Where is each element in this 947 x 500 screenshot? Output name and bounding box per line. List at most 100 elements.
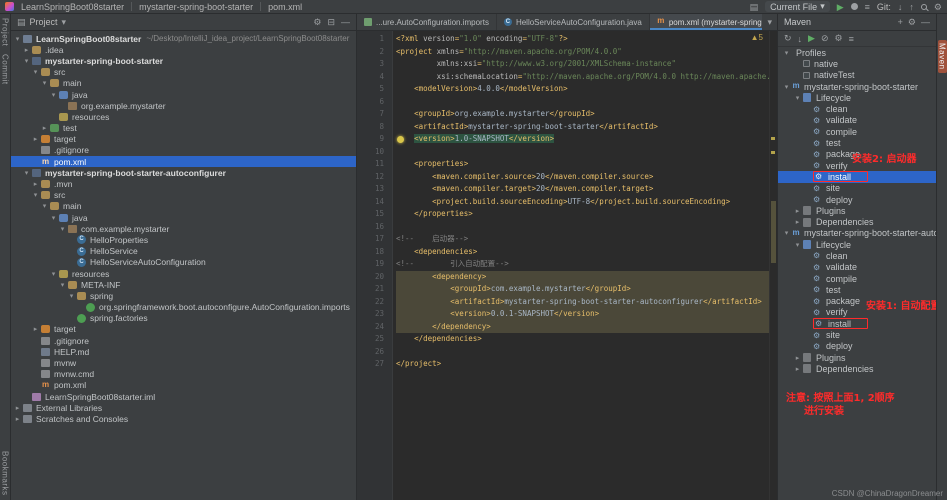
tab-pom-xml-mystarter-spring-boot-starter[interactable]: pom.xml (mystarter-spring-boot-starter)✕	[650, 14, 763, 30]
tree-item-resources[interactable]: ▾resources	[11, 268, 356, 279]
tree-toggle-icon[interactable]: ▾	[58, 281, 67, 289]
tree-item-meta-inf[interactable]: ▾META-INF	[11, 279, 356, 290]
tree-item-src[interactable]: ▾src	[11, 67, 356, 78]
maven-item-lifecycle[interactable]: ▾Lifecycle	[778, 92, 936, 103]
search-everywhere-icon[interactable]	[921, 4, 927, 10]
tree-toggle-icon[interactable]: ▸	[793, 354, 802, 362]
tree-item-resources[interactable]: resources	[11, 111, 356, 122]
editor-code[interactable]: <?xml version="1.0" encoding="UTF-8"?><p…	[393, 31, 777, 500]
maven-item-mystarter-spring-boot-starter[interactable]: ▾mystarter-spring-boot-starter	[778, 81, 936, 92]
tree-toggle-icon[interactable]: ▸	[793, 365, 802, 373]
tree-item-helloservice[interactable]: HelloService	[11, 246, 356, 257]
maven-item-test[interactable]: test	[778, 137, 936, 148]
maven-item-profiles[interactable]: ▾Profiles	[778, 47, 936, 58]
tree-toggle-icon[interactable]: ▾	[793, 94, 802, 102]
run-config-selector[interactable]: Current File ▾	[765, 1, 830, 12]
tree-toggle-icon[interactable]: ▸	[31, 135, 40, 143]
maven-item-site[interactable]: site	[778, 183, 936, 194]
maven-item-compile[interactable]: compile	[778, 273, 936, 284]
tree-toggle-icon[interactable]: ▾	[49, 270, 58, 278]
tree-item-learnspringboot08starter-iml[interactable]: LearnSpringBoot08starter.iml	[11, 391, 356, 402]
tree-item-mystarter-spring-boot-starter-autoconfigurer[interactable]: ▾mystarter-spring-boot-starter-autoconfi…	[11, 167, 356, 178]
maven-item-validate[interactable]: validate	[778, 262, 936, 273]
maven-item-install[interactable]: install	[778, 171, 936, 182]
tree-toggle-icon[interactable]: ▾	[22, 57, 31, 65]
tree-item-gitignore[interactable]: .gitignore	[11, 145, 356, 156]
tree-item-main[interactable]: ▾main	[11, 78, 356, 89]
maven-item-nativetest[interactable]: nativeTest	[778, 70, 936, 81]
tree-item-spring-factories[interactable]: spring.factories	[11, 313, 356, 324]
chevron-down-icon[interactable]: ▾	[62, 17, 67, 28]
editor-scrollbar[interactable]	[769, 31, 777, 500]
tree-item-scratches-and-consoles[interactable]: ▸Scratches and Consoles	[11, 413, 356, 424]
tree-item-mvnw[interactable]: mvnw	[11, 357, 356, 368]
tree-item-mvn[interactable]: ▸.mvn	[11, 178, 356, 189]
tree-toggle-icon[interactable]: ▾	[22, 169, 31, 177]
maven-offline-icon[interactable]: ⊘	[821, 33, 829, 44]
tree-toggle-icon[interactable]: ▾	[58, 225, 67, 233]
maven-item-dependencies[interactable]: ▸Dependencies	[778, 363, 936, 374]
maven-item-clean[interactable]: clean	[778, 103, 936, 114]
maven-settings-icon[interactable]: ⚙	[835, 33, 843, 44]
maven-item-deploy[interactable]: deploy	[778, 341, 936, 352]
tree-item-org-example-mystarter[interactable]: org.example.mystarter	[11, 100, 356, 111]
tree-toggle-icon[interactable]: ▸	[31, 325, 40, 333]
maven-item-clean[interactable]: clean	[778, 250, 936, 261]
tree-toggle-icon[interactable]: ▾	[49, 214, 58, 222]
tree-item-com-example-mystarter[interactable]: ▾com.example.mystarter	[11, 223, 356, 234]
tree-item-idea[interactable]: ▸.idea	[11, 44, 356, 55]
tree-toggle-icon[interactable]: ▸	[22, 46, 31, 54]
maven-item-plugins[interactable]: ▸Plugins	[778, 352, 936, 363]
maven-item-plugins[interactable]: ▸Plugins	[778, 205, 936, 216]
maven-menu-icon[interactable]: ≡	[849, 34, 854, 44]
tree-toggle-icon[interactable]: ▸	[793, 218, 802, 226]
tree-item-pom-xml[interactable]: pom.xml	[11, 380, 356, 391]
more-actions-icon[interactable]: ≡	[865, 2, 870, 12]
tab-ure-autoconfiguration-imports[interactable]: ...ure.AutoConfiguration.imports	[357, 14, 497, 30]
intention-bulb-icon[interactable]	[397, 136, 404, 143]
tree-item-target[interactable]: ▸target	[11, 324, 356, 335]
tree-toggle-icon[interactable]: ▾	[793, 241, 802, 249]
tree-toggle-icon[interactable]: ▸	[793, 207, 802, 215]
tree-toggle-icon[interactable]: ▾	[782, 229, 791, 237]
maven-item-validate[interactable]: validate	[778, 115, 936, 126]
tree-toggle-icon[interactable]: ▸	[13, 404, 22, 412]
maven-item-mystarter-spring-boot-starter-autoconfigurer[interactable]: ▾mystarter-spring-boot-starter-autoconfi…	[778, 228, 936, 239]
titlebar-project-name[interactable]: LearnSpringBoot08starter	[21, 2, 124, 12]
maven-item-deploy[interactable]: deploy	[778, 194, 936, 205]
tab-helloserviceautoconfiguration-java[interactable]: HelloServiceAutoConfiguration.java	[497, 14, 650, 30]
tool-window-button-maven[interactable]: Maven	[938, 40, 947, 73]
tool-window-button-bookmarks[interactable]: Bookmarks	[1, 451, 10, 496]
git-update-icon[interactable]: ↓	[898, 2, 903, 12]
tree-toggle-icon[interactable]: ▾	[31, 68, 40, 76]
tree-toggle-icon[interactable]: ▾	[49, 91, 58, 99]
tree-item-org-springframework-boot-autoconfigure-autoconfiguration-imports[interactable]: org.springframework.boot.autoconfigure.A…	[11, 302, 356, 313]
project-options-gear-icon[interactable]: ⚙	[313, 17, 321, 28]
tree-item-help-md[interactable]: HELP.md	[11, 346, 356, 357]
tree-toggle-icon[interactable]: ▾	[67, 292, 76, 300]
tree-item-helloserviceautoconfiguration[interactable]: HelloServiceAutoConfiguration	[11, 257, 356, 268]
titlebar-file-name[interactable]: pom.xml	[268, 2, 302, 12]
hidden-tabs-chevron-icon[interactable]: ▾	[767, 17, 772, 28]
maven-add-icon[interactable]: +	[898, 17, 903, 28]
tree-item-external-libraries[interactable]: ▸External Libraries	[11, 402, 356, 413]
tree-item-pom-xml[interactable]: pom.xml	[11, 156, 356, 167]
tree-toggle-icon[interactable]: ▸	[31, 180, 40, 188]
hide-panel-icon[interactable]: —	[341, 17, 350, 28]
tree-toggle-icon[interactable]: ▾	[782, 83, 791, 91]
collapse-all-icon[interactable]: ⊟	[327, 17, 335, 28]
tree-item-spring[interactable]: ▾spring	[11, 290, 356, 301]
git-push-icon[interactable]: ↑	[909, 2, 914, 12]
tree-item-target[interactable]: ▸target	[11, 134, 356, 145]
tree-item-java[interactable]: ▾java	[11, 89, 356, 100]
maven-download-sources-icon[interactable]: ↓	[798, 34, 803, 44]
maven-item-native[interactable]: native	[778, 58, 936, 69]
tree-toggle-icon[interactable]: ▾	[31, 191, 40, 199]
editor[interactable]: 1234567891011121314151617181920212223242…	[357, 31, 777, 500]
tree-toggle-icon[interactable]: ▾	[40, 202, 49, 210]
settings-gear-icon[interactable]: ⚙	[934, 2, 942, 12]
tree-toggle-icon[interactable]: ▸	[40, 124, 49, 132]
tree-toggle-icon[interactable]: ▸	[13, 415, 22, 423]
tree-item-mvnw-cmd[interactable]: mvnw.cmd	[11, 369, 356, 380]
maven-item-test[interactable]: test	[778, 284, 936, 295]
